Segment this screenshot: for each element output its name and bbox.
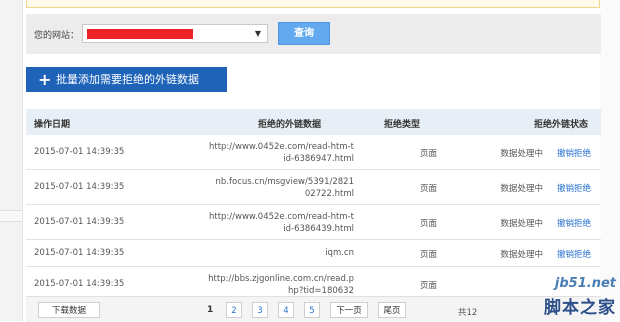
undo-deny-link[interactable]: 撤销拒绝 [557,248,591,260]
page-link-5[interactable]: 5 [304,302,320,318]
row-status: 数据处理中 [500,219,543,229]
row-link-line1: http://www.0452e.com/read-htm-t [208,142,354,152]
row-date: 2015-07-01 14:39:35 [34,217,125,227]
watermark: jb51.net 脚本之家 [500,276,620,321]
batch-add-button[interactable]: + 批量添加需要拒绝的外链数据 [26,67,227,92]
row-link-line1: nb.focus.cn/msgview/5391/2821 [215,177,354,187]
row-link-line2: id-6386947.html [283,154,354,164]
row-type: 页面 [419,250,437,260]
header-date: 操作日期 [34,120,71,130]
deny-links-table: 操作日期 拒绝的外链数据 拒绝类型 拒绝外链状态 2015-07-01 14:3… [26,109,601,301]
right-edge [600,0,620,321]
site-select[interactable]: ▼ [82,24,268,43]
row-link-line2: 02722.html [304,189,354,199]
site-select-redacted-value [87,29,193,39]
row-link-line1: http://www.0452e.com/read-htm-t [208,212,354,222]
page-link-3[interactable]: 3 [252,302,268,318]
last-page-button[interactable]: 尾页 [378,302,406,318]
header-status: 拒绝外链状态 [534,120,589,130]
left-sidebar-strip [0,0,23,321]
undo-deny-link[interactable]: 撤销拒绝 [557,182,591,194]
table-row: 2015-07-01 14:39:35 iqm.cn 页面 数据处理中 撤销拒绝 [26,240,601,267]
table-row: 2015-07-01 14:39:35 http://www.0452e.com… [26,135,601,170]
watermark-name: 脚本之家 [544,298,616,318]
row-link-line1: http://bbs.zjgonline.com.cn/read.p [208,274,354,284]
row-date: 2015-07-01 14:39:35 [34,279,125,289]
chevron-down-icon: ▼ [254,29,261,38]
plus-icon: + [38,70,52,89]
row-type: 页面 [419,219,437,229]
watermark-site: jb51.net [554,276,616,291]
header-link: 拒绝的外链数据 [258,120,322,130]
top-notice-bar [26,0,600,8]
page-link-4[interactable]: 4 [278,302,294,318]
sidebar-tab-edge [0,210,22,222]
table-row: 2015-07-01 14:39:35 nb.focus.cn/msgview/… [26,170,601,205]
total-count: 共12 [458,308,478,318]
row-date: 2015-07-01 14:39:35 [34,248,125,258]
table-row: 2015-07-01 14:39:35 http://www.0452e.com… [26,205,601,240]
query-button[interactable]: 查询 [278,22,330,45]
site-label: 您的网站： [34,31,80,41]
row-type: 页面 [419,149,437,159]
row-status: 数据处理中 [500,149,543,159]
undo-deny-link[interactable]: 撤销拒绝 [557,217,591,229]
batch-add-label: 批量添加需要拒绝的外链数据 [56,73,199,86]
query-bar: 您的网站： ▼ 查询 [26,14,601,54]
table-header: 操作日期 拒绝的外链数据 拒绝类型 拒绝外链状态 [26,109,601,135]
page-current: 1 [207,305,214,315]
row-status: 数据处理中 [500,250,543,260]
row-link-line2: id-6386439.html [283,224,354,234]
page-link-2[interactable]: 2 [226,302,242,318]
download-data-button[interactable]: 下载数据 [38,302,100,318]
row-type: 页面 [419,281,437,291]
row-status: 数据处理中 [500,184,543,194]
row-date: 2015-07-01 14:39:35 [34,182,125,192]
header-type: 拒绝类型 [384,120,421,130]
row-type: 页面 [419,184,437,194]
undo-deny-link[interactable]: 撤销拒绝 [557,147,591,159]
row-date: 2015-07-01 14:39:35 [34,147,125,157]
next-page-button[interactable]: 下一页 [330,302,368,318]
row-link-line1: iqm.cn [325,248,354,258]
